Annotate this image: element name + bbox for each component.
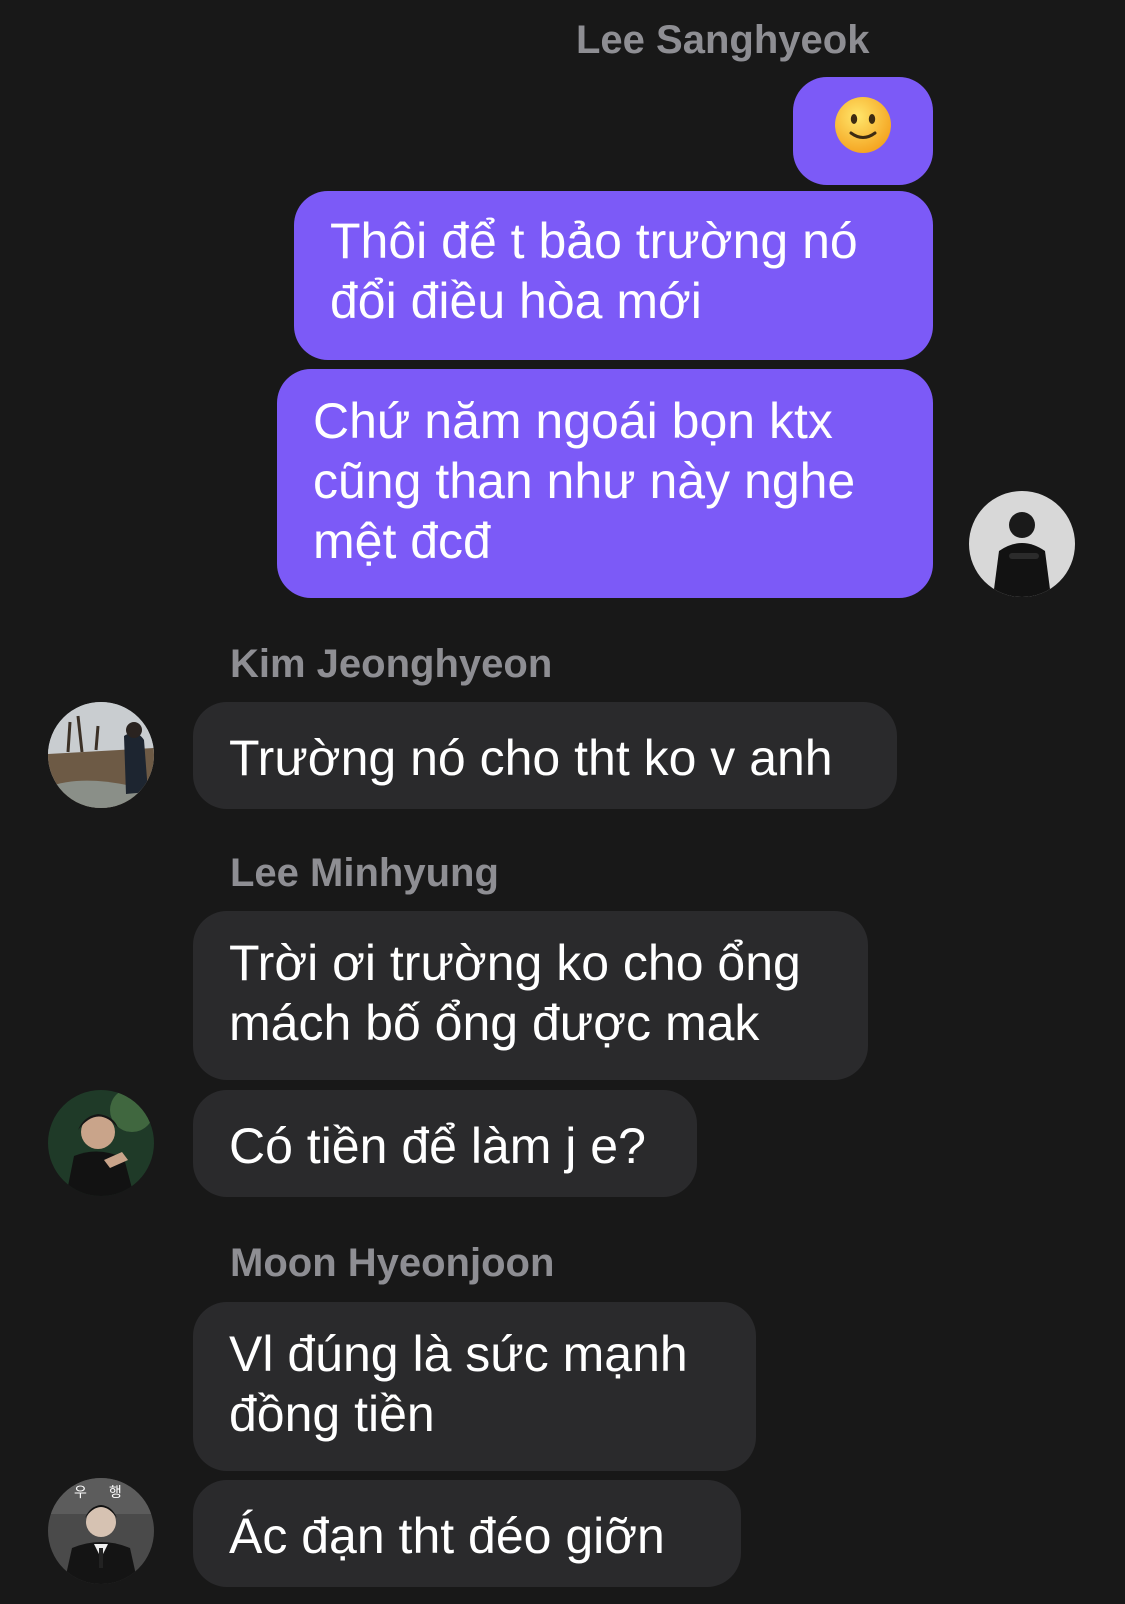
message-text: Trời ơi trường ko cho ổng mách bố ổng đư… — [229, 935, 801, 1051]
message-text: Vl đúng là sức mạnh đồng tiền — [229, 1326, 688, 1442]
message-bubble-incoming[interactable]: Vl đúng là sức mạnh đồng tiền — [193, 1302, 756, 1471]
message-bubble-outgoing[interactable]: Chứ năm ngoái bọn ktx cũng than như này … — [277, 369, 933, 598]
message-bubble-emoji[interactable] — [793, 77, 933, 185]
avatar-kim-jeonghyeon[interactable] — [48, 702, 154, 808]
message-bubble-incoming[interactable]: Ác đạn tht đéo giỡn — [193, 1480, 741, 1587]
message-bubble-incoming[interactable]: Trời ơi trường ko cho ổng mách bố ổng đư… — [193, 911, 868, 1080]
message-bubble-incoming[interactable]: Có tiền để làm j e? — [193, 1090, 697, 1197]
sender-name-lee-minhyung: Lee Minhyung — [230, 851, 499, 895]
message-text: Trường nó cho tht ko v anh — [229, 730, 833, 786]
avatar-lee-sanghyeok[interactable] — [969, 491, 1075, 597]
message-text: Chứ năm ngoái bọn ktx cũng than như này … — [313, 393, 856, 569]
slightly-smiling-face-icon — [833, 95, 893, 168]
message-text: Ác đạn tht đéo giỡn — [229, 1508, 665, 1564]
avatar-badge-text: 우행 — [74, 1485, 144, 1501]
message-text: Có tiền để làm j e? — [229, 1118, 646, 1174]
message-text: Thôi để t bảo trường nó đổi điều hòa mới — [330, 213, 858, 329]
avatar-moon-hyeonjoon[interactable]: 우행 — [48, 1478, 154, 1584]
sender-name-lee-sanghyeok: Lee Sanghyeok — [576, 18, 870, 62]
message-bubble-incoming[interactable]: Trường nó cho tht ko v anh — [193, 702, 897, 809]
avatar-lee-minhyung[interactable] — [48, 1090, 154, 1196]
message-bubble-outgoing[interactable]: Thôi để t bảo trường nó đổi điều hòa mới — [294, 191, 933, 360]
sender-name-moon-hyeonjoon: Moon Hyeonjoon — [230, 1241, 555, 1285]
sender-name-kim-jeonghyeon: Kim Jeonghyeon — [230, 642, 553, 686]
